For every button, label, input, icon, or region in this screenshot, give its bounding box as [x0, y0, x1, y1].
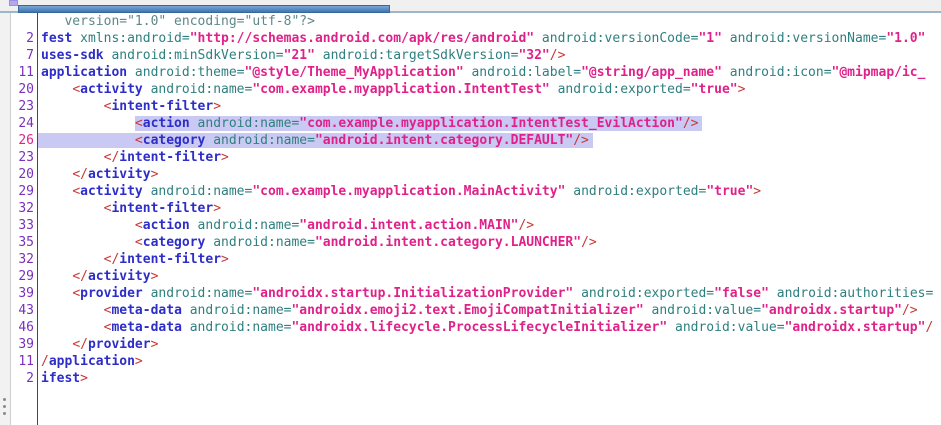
code-line[interactable]: 24 <action android:name="com.example.mya… — [11, 115, 941, 132]
line-number: 2 — [11, 370, 37, 387]
line-number: 24 — [11, 115, 37, 132]
code-line[interactable]: 29 <activity android:name="com.example.m… — [11, 183, 941, 200]
selection-highlight: <action android:name="com.example.myappl… — [135, 116, 703, 131]
code-line[interactable]: 39 <provider android:name="androidx.star… — [11, 285, 941, 302]
code-line-content: <provider android:name="androidx.startup… — [37, 285, 941, 302]
code-editor[interactable]: version="1.0" encoding="utf-8"?>2fest xm… — [11, 13, 941, 425]
line-number: 23 — [11, 98, 37, 115]
code-line[interactable]: 29 </activity> — [11, 268, 941, 285]
scrollbar-grip-icon[interactable] — [3, 398, 7, 419]
code-line[interactable]: 46 <meta-data android:name="androidx.lif… — [11, 319, 941, 336]
code-line[interactable]: 7uses-sdk android:minSdkVersion="21" and… — [11, 47, 941, 64]
line-number: 11 — [11, 64, 37, 81]
code-line-content: </activity> — [37, 166, 941, 183]
code-line[interactable]: 20 </activity> — [11, 166, 941, 183]
code-line-content: <intent-filter> — [37, 98, 941, 115]
line-number: 32 — [11, 200, 37, 217]
line-number: 11 — [11, 353, 37, 370]
scrollbar-left-cap[interactable] — [9, 0, 18, 6]
code-line[interactable]: 35 <category android:name="android.inten… — [11, 234, 941, 251]
code-line-content: <meta-data android:name="androidx.emoji2… — [37, 302, 941, 319]
line-number: 39 — [11, 285, 37, 302]
code-line-content: <meta-data android:name="androidx.lifecy… — [37, 319, 941, 336]
code-line-content: /application> — [37, 353, 941, 370]
code-line[interactable]: 23 </intent-filter> — [11, 149, 941, 166]
line-number: 29 — [11, 183, 37, 200]
line-number: 35 — [11, 234, 37, 251]
line-number-current: 26 — [11, 132, 37, 149]
code-line[interactable]: 11application android:theme="@style/Them… — [11, 64, 941, 81]
code-line-content: <activity android:name="com.example.myap… — [37, 81, 941, 98]
line-number: 39 — [11, 336, 37, 353]
code-line-content: version="1.0" encoding="utf-8"?> — [37, 13, 941, 30]
horizontal-scrollbar-thumb[interactable] — [18, 5, 390, 13]
code-line[interactable]: 23 <intent-filter> — [11, 98, 941, 115]
code-line[interactable]: 2ifest> — [11, 370, 941, 387]
line-number: 23 — [11, 149, 37, 166]
line-number: 20 — [11, 81, 37, 98]
code-line-content: </intent-filter> — [37, 251, 941, 268]
line-number: 20 — [11, 166, 37, 183]
code-line[interactable]: 2fest xmlns:android="http://schemas.andr… — [11, 30, 941, 47]
line-number: 2 — [11, 30, 37, 47]
code-line[interactable]: 33 <action android:name="android.intent.… — [11, 217, 941, 234]
code-line-content: <category android:name="android.intent.c… — [37, 234, 941, 251]
line-number: 7 — [11, 47, 37, 64]
line-number: 29 — [11, 268, 37, 285]
line-number: 43 — [11, 302, 37, 319]
code-line[interactable]: 32 <intent-filter> — [11, 200, 941, 217]
line-number — [11, 13, 37, 30]
code-line-content: <activity android:name="com.example.myap… — [37, 183, 941, 200]
code-line[interactable]: 32 </intent-filter> — [11, 251, 941, 268]
xml-code-viewer: version="1.0" encoding="utf-8"?>2fest xm… — [0, 0, 941, 425]
code-line[interactable]: 26 <category android:name="android.inten… — [11, 132, 941, 149]
code-line-content: <action android:name="android.intent.act… — [37, 217, 941, 234]
selection-highlight: <category android:name="android.intent.c… — [37, 133, 593, 148]
code-line[interactable]: 43 <meta-data android:name="androidx.emo… — [11, 302, 941, 319]
code-line[interactable]: version="1.0" encoding="utf-8"?> — [11, 13, 941, 30]
code-line[interactable]: 11/application> — [11, 353, 941, 370]
code-line-content: fest xmlns:android="http://schemas.andro… — [37, 30, 941, 47]
code-line-content: <intent-filter> — [37, 200, 941, 217]
line-number: 33 — [11, 217, 37, 234]
code-line-content: </provider> — [37, 336, 941, 353]
line-number: 32 — [11, 251, 37, 268]
code-line-content: <action android:name="com.example.myappl… — [37, 115, 941, 132]
code-line-content: ifest> — [37, 370, 941, 387]
code-line-content: </intent-filter> — [37, 149, 941, 166]
horizontal-scrollbar[interactable] — [0, 0, 941, 13]
vertical-scrollbar[interactable] — [0, 13, 11, 425]
code-line-content: </activity> — [37, 268, 941, 285]
line-number: 46 — [11, 319, 37, 336]
code-line[interactable]: 20 <activity android:name="com.example.m… — [11, 81, 941, 98]
code-line-content: <category android:name="android.intent.c… — [37, 132, 941, 149]
code-line[interactable]: 39 </provider> — [11, 336, 941, 353]
code-line-content: application android:theme="@style/Theme_… — [37, 64, 941, 81]
code-line-content: uses-sdk android:minSdkVersion="21" andr… — [37, 47, 941, 64]
